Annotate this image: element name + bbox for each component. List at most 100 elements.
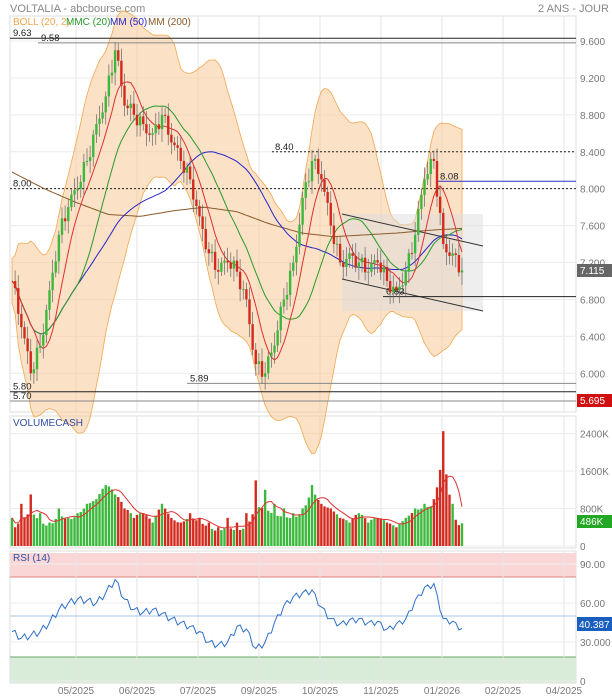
candle-body: [304, 182, 307, 198]
volume-bar: [395, 527, 398, 546]
candle-body: [217, 269, 220, 272]
candle-body: [260, 361, 264, 377]
price-tick-label: 9.600: [580, 37, 605, 48]
volume-bar: [226, 517, 229, 546]
candle-body: [410, 253, 414, 255]
volume-bar: [223, 528, 226, 546]
candle-body: [273, 345, 276, 353]
candle-body: [82, 162, 86, 182]
candle-body: [188, 166, 192, 180]
candle-body: [257, 361, 261, 365]
volume-bar: [126, 509, 129, 546]
x-tick-label: 01/2026: [424, 686, 461, 697]
volume-bar: [385, 522, 389, 546]
price-level-label: 5.70: [13, 391, 32, 402]
stock-chart: VOLTALIA - abcbourse.com 2 ANS - JOUR 9.…: [9, 3, 612, 697]
volume-bar: [273, 503, 276, 546]
rsi-title: RSI (14): [13, 553, 50, 564]
candle-body: [142, 116, 145, 125]
candle-body: [245, 289, 248, 300]
chart-period[interactable]: 2 ANS - JOUR: [538, 3, 609, 15]
volume-bar: [170, 517, 173, 546]
candle-body: [210, 251, 214, 254]
price-tick-label: 7.600: [580, 222, 605, 233]
volume-bar: [176, 522, 179, 546]
volume-bar: [179, 522, 182, 546]
volume-bar: [413, 508, 417, 546]
price-tick-label: 8.000: [580, 185, 605, 196]
last-rsi-value: 40.387: [579, 620, 610, 631]
price-tick-label: 9.200: [580, 74, 605, 85]
candle-body: [63, 218, 67, 222]
candle-body: [148, 133, 151, 135]
candle-body: [335, 243, 339, 245]
candle-body: [357, 262, 361, 268]
volume-bar: [195, 520, 198, 546]
candle-body: [270, 352, 273, 357]
candle-body: [448, 252, 451, 256]
candle-body: [123, 85, 126, 106]
legend-mm50[interactable]: MM (50): [110, 17, 147, 28]
candle-body: [460, 270, 464, 273]
volume-bar: [426, 507, 429, 546]
candle-body: [354, 255, 357, 268]
volume-bar: [320, 503, 323, 546]
candle-body: [70, 194, 73, 208]
volume-bar: [20, 503, 23, 546]
volume-bar: [238, 529, 242, 546]
candle-body: [179, 147, 182, 161]
price-tick-label: 6.400: [580, 332, 605, 343]
candle-body: [32, 369, 36, 374]
candle-body: [13, 280, 17, 289]
volume-bar: [229, 528, 232, 546]
last-volume-value: 486K: [580, 517, 604, 528]
volume-bar: [363, 518, 367, 546]
candle-body: [307, 181, 311, 183]
candle-body: [382, 266, 386, 273]
candle-body: [342, 262, 345, 267]
x-tick-label: 05/2025: [58, 686, 95, 697]
volume-bar: [120, 501, 123, 546]
volume-bar: [210, 528, 214, 546]
candle-body: [310, 160, 314, 182]
legend-mm200[interactable]: MM (200): [148, 17, 191, 28]
candle-body: [351, 253, 354, 256]
candle-body: [35, 347, 39, 370]
candle-body: [457, 254, 461, 273]
candle-body: [238, 271, 242, 290]
volume-tick-label: 2400K: [580, 430, 609, 441]
x-tick-label: 04/2025: [546, 686, 583, 697]
volume-bar: [173, 520, 176, 546]
candle-body: [151, 133, 154, 135]
volume-bar: [276, 515, 279, 546]
candle-body: [235, 260, 239, 272]
candle-body: [157, 124, 161, 130]
candle-body: [292, 262, 295, 271]
volume-bar: [148, 518, 151, 546]
candle-body: [417, 209, 420, 235]
candle-body: [48, 290, 51, 310]
candle-body: [313, 158, 317, 161]
volume-bar: [388, 523, 392, 546]
candle-body: [204, 228, 207, 250]
volume-bar: [213, 530, 217, 546]
volume-bar: [288, 517, 292, 546]
volume-bar: [295, 516, 298, 546]
candle-body: [282, 299, 286, 307]
legend-mmc20[interactable]: MMC (20): [66, 17, 110, 28]
candle-body: [54, 261, 57, 273]
volume-bar: [232, 529, 236, 546]
volume-bar: [76, 513, 79, 546]
volume-bar: [379, 518, 382, 546]
candle-body: [398, 286, 401, 291]
candle-body: [163, 114, 167, 116]
rsi-tick-label: 30.000: [580, 638, 611, 649]
candle-body: [345, 258, 348, 267]
volume-bar: [54, 518, 57, 546]
candle-body: [129, 103, 132, 109]
candle-body: [229, 262, 232, 269]
legend-boll[interactable]: BOLL (20, 2): [13, 17, 70, 28]
volume-bar: [457, 525, 461, 546]
volume-bar: [48, 522, 51, 546]
candle-body: [117, 50, 120, 61]
